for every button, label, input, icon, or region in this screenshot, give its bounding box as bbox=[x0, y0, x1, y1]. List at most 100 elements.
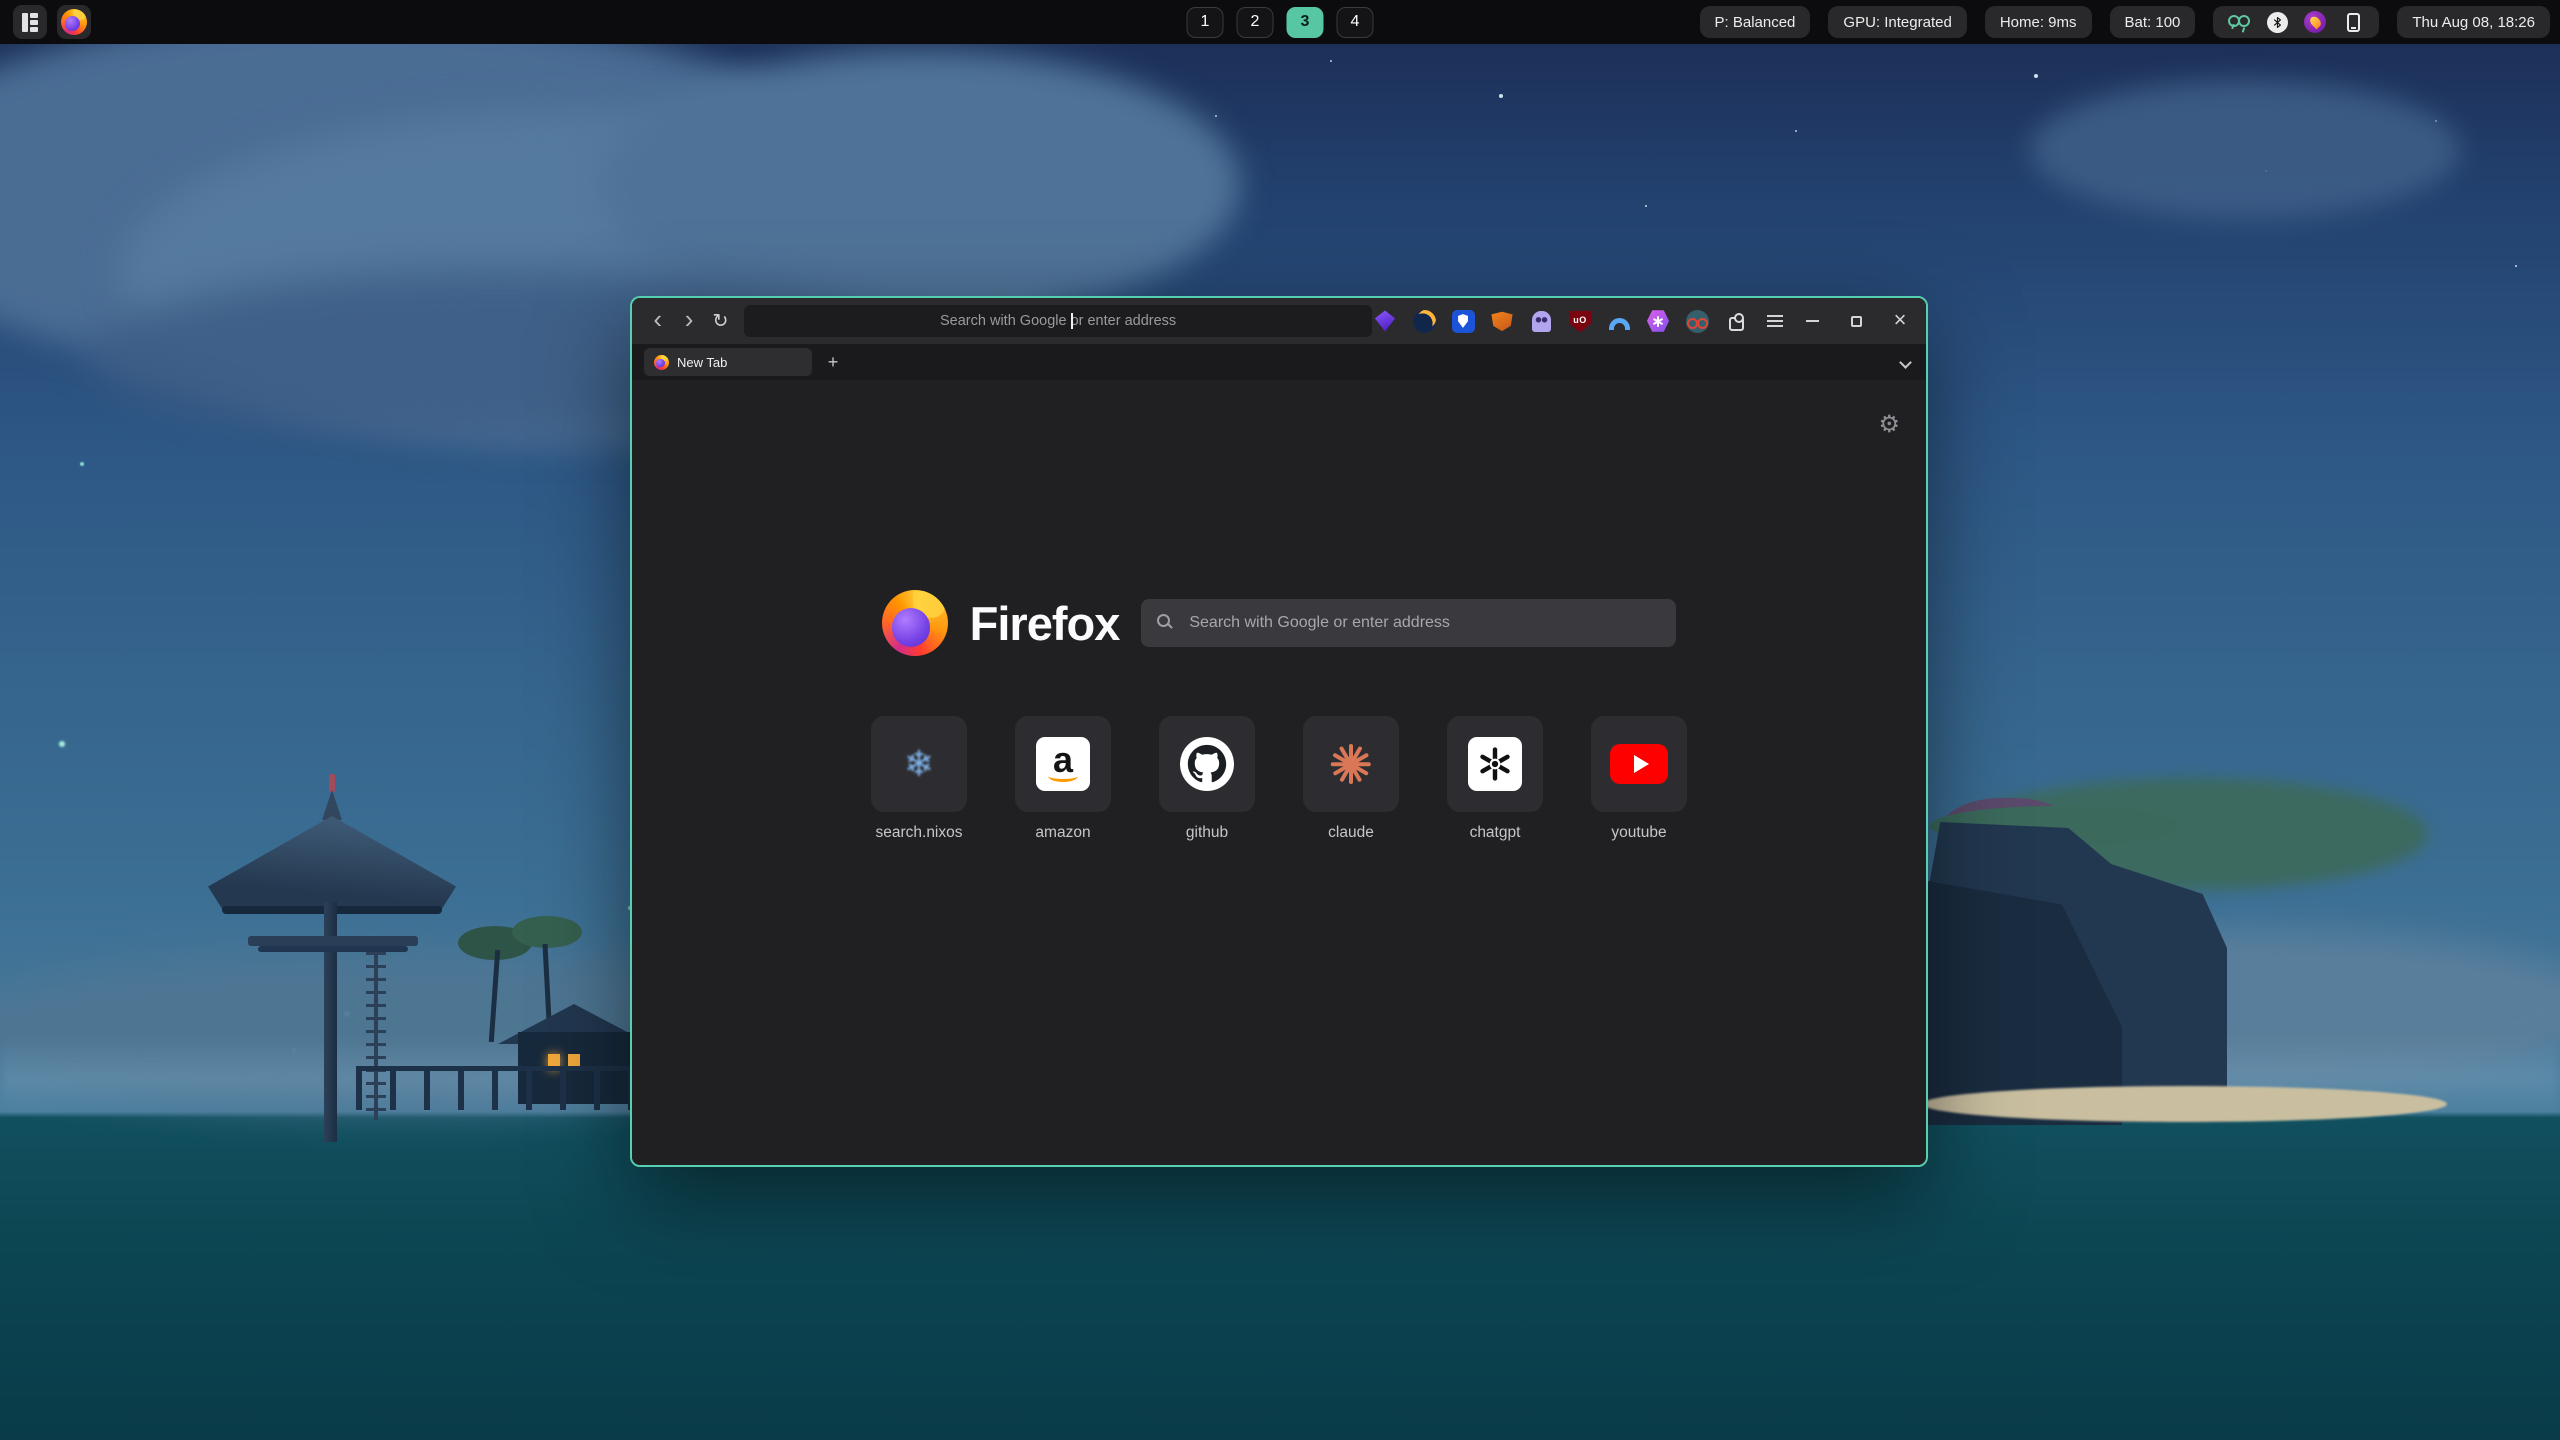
wallpaper-palm-crown bbox=[458, 926, 532, 960]
tile bbox=[1159, 716, 1255, 812]
wallpaper-tower-roof-edge bbox=[222, 906, 442, 914]
wallpaper-palm-trunk bbox=[489, 950, 500, 1042]
taskbar-left bbox=[13, 5, 91, 39]
wallpaper-island-moss bbox=[1930, 806, 2180, 846]
wallpaper-tower-ladder-rungs bbox=[366, 952, 386, 1120]
forward-button[interactable]: › bbox=[673, 306, 704, 336]
newtab-search bbox=[1141, 599, 1676, 647]
extension-ublock-origin-icon[interactable]: uO bbox=[1567, 308, 1593, 334]
shortcut-label: search.nixos bbox=[875, 824, 962, 842]
wallpaper-hut-lit-windows bbox=[548, 1054, 560, 1070]
wallpaper-cloud bbox=[1890, 930, 2560, 1090]
workspace-button-2[interactable]: 2 bbox=[1237, 7, 1274, 38]
puzzle-icon bbox=[1729, 317, 1744, 331]
minimize-button[interactable] bbox=[1800, 309, 1824, 333]
reload-icon: ↻ bbox=[713, 310, 729, 333]
openai-knot-icon bbox=[1468, 737, 1522, 791]
close-button[interactable]: × bbox=[1888, 309, 1912, 333]
search-icon bbox=[1157, 614, 1170, 627]
wallpaper-tower-finial bbox=[329, 774, 335, 792]
bluetooth-icon[interactable] bbox=[2266, 11, 2288, 33]
extension-blue-arc-icon[interactable] bbox=[1606, 308, 1632, 334]
wallpaper-cloud bbox=[600, 50, 1240, 320]
battery-pill[interactable]: Bat: 100 bbox=[2110, 6, 2196, 38]
shortcut-search-nixos[interactable]: ❄ search.nixos bbox=[871, 716, 967, 842]
wallpaper-tower-platform bbox=[248, 936, 418, 946]
tab-bar: New Tab + bbox=[632, 344, 1926, 380]
amazon-smile-arrow bbox=[1048, 770, 1078, 782]
workspace-button-3-active[interactable]: 3 bbox=[1287, 7, 1324, 38]
taskbar-status-area: P: Balanced GPU: Integrated Home: 9ms Ba… bbox=[1700, 6, 2550, 38]
wallpaper-tower-ladder bbox=[374, 952, 378, 1120]
taskbar: 1 2 3 4 P: Balanced GPU: Integrated Home… bbox=[0, 0, 2560, 44]
wallpaper-tower-pole bbox=[324, 902, 337, 1142]
vpn-goggles-icon[interactable] bbox=[2228, 11, 2250, 33]
extension-disguise-face-icon[interactable] bbox=[1684, 308, 1710, 334]
wallpaper-tower-spire bbox=[322, 790, 342, 820]
flame-notification-icon[interactable] bbox=[2304, 11, 2326, 33]
reload-button[interactable]: ↻ bbox=[705, 306, 736, 336]
personalize-gear-icon[interactable]: ⚙ bbox=[1878, 410, 1900, 438]
wallpaper-pier-fence bbox=[356, 1066, 646, 1110]
firefox-taskbar-button[interactable] bbox=[57, 5, 91, 39]
shortcut-claude[interactable]: claude bbox=[1303, 716, 1399, 842]
extension-navy-orange-orb-icon[interactable] bbox=[1411, 308, 1437, 334]
shortcut-label: youtube bbox=[1611, 824, 1666, 842]
wallpaper-sandbar bbox=[1922, 1086, 2447, 1122]
shortcut-label: amazon bbox=[1035, 824, 1090, 842]
wallpaper-palm-crown bbox=[512, 916, 582, 948]
workspace-button-1[interactable]: 1 bbox=[1187, 7, 1224, 38]
clock[interactable]: Thu Aug 08, 18:26 bbox=[2397, 6, 2550, 38]
forward-icon: › bbox=[685, 306, 694, 332]
firefox-window: ‹ › ↻ uO bbox=[630, 296, 1928, 1167]
newtab-search-input[interactable] bbox=[1141, 599, 1676, 647]
shortcut-youtube[interactable]: youtube bbox=[1591, 716, 1687, 842]
tile: ❄ bbox=[871, 716, 967, 812]
tile: a bbox=[1015, 716, 1111, 812]
back-button[interactable]: ‹ bbox=[642, 306, 673, 336]
tablet-device-icon[interactable] bbox=[2342, 11, 2364, 33]
extensions-puzzle-button[interactable] bbox=[1723, 308, 1749, 334]
back-icon: ‹ bbox=[653, 306, 662, 332]
power-profile-pill[interactable]: P: Balanced bbox=[1700, 6, 1811, 38]
wallpaper-palm-trunk bbox=[542, 944, 552, 1040]
toolbar-extensions: uO bbox=[1372, 308, 1788, 334]
shortcut-chatgpt[interactable]: chatgpt bbox=[1447, 716, 1543, 842]
wallpaper-tower-platform-edge bbox=[258, 946, 408, 952]
youtube-play-icon bbox=[1610, 744, 1668, 784]
shortcut-label: chatgpt bbox=[1470, 824, 1521, 842]
text-caret bbox=[1071, 313, 1073, 329]
tab-new-tab[interactable]: New Tab bbox=[644, 348, 812, 376]
extension-ghostery-icon[interactable] bbox=[1528, 308, 1554, 334]
ping-pill[interactable]: Home: 9ms bbox=[1985, 6, 2092, 38]
tab-favicon-firefox-icon bbox=[654, 355, 669, 370]
nixos-snowflake-icon: ❄ bbox=[904, 744, 934, 785]
shortcut-amazon[interactable]: a amazon bbox=[1015, 716, 1111, 842]
app-launcher-button[interactable] bbox=[13, 5, 47, 39]
firefox-logo bbox=[882, 590, 948, 656]
maximize-button[interactable] bbox=[1844, 309, 1868, 333]
claude-starburst-icon bbox=[1331, 744, 1371, 784]
url-bar bbox=[744, 305, 1372, 337]
workspace-switcher: 1 2 3 4 bbox=[1187, 0, 1374, 44]
newtab-hero: Firefox bbox=[632, 590, 1926, 656]
close-icon: × bbox=[1894, 309, 1907, 331]
extension-bitwarden-icon[interactable] bbox=[1450, 308, 1476, 334]
extension-metamask-icon[interactable] bbox=[1489, 308, 1515, 334]
url-input[interactable] bbox=[744, 305, 1372, 337]
system-tray bbox=[2213, 6, 2379, 38]
menu-button[interactable] bbox=[1762, 308, 1788, 334]
new-tab-button[interactable]: + bbox=[820, 349, 846, 375]
gpu-pill[interactable]: GPU: Integrated bbox=[1828, 6, 1966, 38]
wallpaper-tower-roof bbox=[208, 816, 456, 914]
tab-title: New Tab bbox=[677, 355, 727, 370]
extension-purple-gem-icon[interactable] bbox=[1372, 308, 1398, 334]
github-octocat-icon bbox=[1180, 737, 1234, 791]
hamburger-icon bbox=[1767, 320, 1783, 322]
firefox-icon bbox=[61, 9, 87, 35]
shortcut-github[interactable]: github bbox=[1159, 716, 1255, 842]
extension-purple-hexagon-icon[interactable] bbox=[1645, 308, 1671, 334]
desktop: 1 2 3 4 P: Balanced GPU: Integrated Home… bbox=[0, 0, 2560, 1440]
list-all-tabs-chevron-icon[interactable] bbox=[1899, 356, 1912, 369]
workspace-button-4[interactable]: 4 bbox=[1337, 7, 1374, 38]
